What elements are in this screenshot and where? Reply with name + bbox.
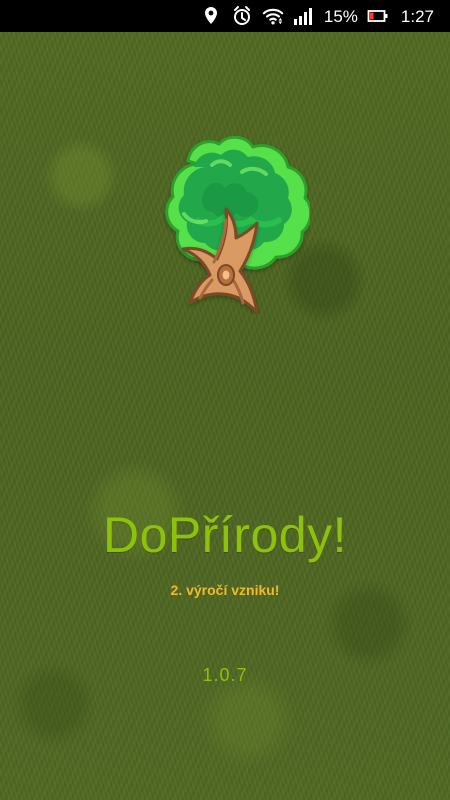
splash-screen: 15% 1:27 DoPřírody! 2. výročí vzniku! 1.… <box>0 0 450 800</box>
wifi-icon <box>262 5 284 27</box>
tree-icon <box>140 135 313 314</box>
anniversary-subtitle: 2. výročí vzniku! <box>170 582 280 598</box>
signal-icon <box>293 5 315 27</box>
status-time: 1:27 <box>400 6 434 26</box>
battery-percentage: 15% <box>323 6 358 26</box>
app-title: DoPřírody! <box>103 507 347 563</box>
location-icon <box>200 5 222 27</box>
status-bar: 15% 1:27 <box>0 0 450 32</box>
alarm-icon <box>231 5 253 27</box>
battery-icon <box>367 5 389 27</box>
app-version: 1.0.7 <box>202 665 248 685</box>
